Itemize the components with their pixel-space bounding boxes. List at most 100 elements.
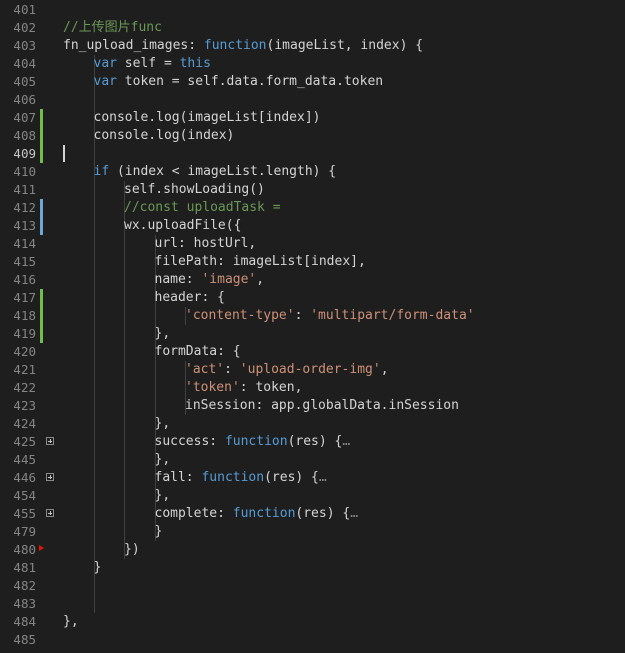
git-added-marker	[40, 145, 43, 163]
code-line[interactable]: 411 self.showLoading()	[0, 181, 625, 199]
code-line[interactable]: 424},	[0, 415, 625, 433]
code-text: })	[124, 541, 140, 559]
code-token: },	[154, 326, 171, 341]
code-text: var token = self.data.form_data.token	[94, 73, 384, 91]
line-number: 416	[13, 272, 36, 287]
line-number: 483	[13, 596, 36, 611]
code-text: //上传图片func	[63, 19, 162, 37]
code-line[interactable]: 421 'act': 'upload-order-img',	[0, 361, 625, 379]
code-line[interactable]: 403 fn_upload_images: function(imageList,…	[0, 37, 625, 55]
code-token: :	[294, 308, 311, 323]
code-text: console.log(imageList[index])	[94, 109, 321, 127]
code-line[interactable]: 422 'token': token,	[0, 379, 625, 397]
code-token: fall:	[154, 470, 202, 485]
code-line[interactable]: 482	[0, 577, 625, 595]
code-line[interactable]: 412 //const uploadTask =	[0, 199, 625, 217]
line-number: 423	[13, 398, 36, 413]
code-token: (res) {	[264, 470, 319, 485]
code-line[interactable]: 480})	[0, 541, 625, 559]
code-token: },	[154, 488, 171, 503]
code-text: },	[155, 451, 171, 469]
code-line[interactable]: 419},	[0, 325, 625, 343]
code-line[interactable]: 404 var self = this	[0, 55, 625, 73]
folded-ellipsis[interactable]: …	[350, 506, 358, 521]
code-line[interactable]: 401	[0, 1, 625, 19]
string-token: 'upload-order-img'	[239, 362, 381, 377]
keyword-token: var	[93, 56, 117, 71]
code-token: formData: {	[154, 344, 241, 359]
code-token: }	[93, 560, 102, 575]
folded-ellipsis[interactable]: …	[319, 470, 327, 485]
code-token: (index < imageList.length) {	[109, 164, 337, 179]
code-text: inSession: app.globalData.inSession	[185, 397, 459, 415]
keyword-token: this	[179, 56, 211, 71]
code-line[interactable]: 479}	[0, 523, 625, 541]
line-number: 412	[13, 200, 36, 215]
keyword-token: function	[203, 38, 267, 53]
code-line[interactable]: 425 success: function(res) {…	[0, 433, 625, 451]
code-line[interactable]: 405 var token = self.data.form_data.token	[0, 73, 625, 91]
code-text: self.showLoading()	[124, 181, 265, 199]
git-added-marker	[40, 325, 43, 343]
code-text: 'act': 'upload-order-img',	[185, 361, 389, 379]
code-line[interactable]: 414 url: hostUrl,	[0, 235, 625, 253]
code-line[interactable]: 445},	[0, 451, 625, 469]
code-line[interactable]: 454},	[0, 487, 625, 505]
code-line[interactable]: 481}	[0, 559, 625, 577]
code-text: success: function(res) {…	[155, 433, 351, 451]
line-number: 454	[13, 488, 36, 503]
code-line[interactable]: 409	[0, 145, 625, 163]
code-line[interactable]: 420 formData: {	[0, 343, 625, 361]
code-token: wx.uploadFile({	[124, 218, 242, 233]
keyword-token: function	[232, 506, 296, 521]
code-text: var self = this	[94, 55, 211, 73]
code-text: },	[155, 325, 171, 343]
expand-fold-icon[interactable]	[46, 473, 54, 481]
line-number: 409	[13, 146, 36, 161]
code-token: console.log(imageList[index])	[93, 110, 321, 125]
code-line[interactable]: 418 'content-type': 'multipart/form-data'	[0, 307, 625, 325]
line-number: 406	[13, 92, 36, 107]
code-line[interactable]: 415 filePath: imageList[index],	[0, 253, 625, 271]
code-line[interactable]: 408 console.log(index)	[0, 127, 625, 145]
code-line[interactable]: 423 inSession: app.globalData.inSession	[0, 397, 625, 415]
code-line[interactable]: 413 wx.uploadFile({	[0, 217, 625, 235]
code-line[interactable]: 485	[0, 631, 625, 649]
string-token: 'content-type'	[185, 308, 295, 323]
code-line[interactable]: 407 console.log(imageList[index])	[0, 109, 625, 127]
code-text: url: hostUrl,	[155, 235, 257, 253]
keyword-token: var	[93, 74, 117, 89]
code-line[interactable]: 406	[0, 91, 625, 109]
line-number: 402	[13, 20, 36, 35]
line-number: 408	[13, 128, 36, 143]
code-line[interactable]: 402 //上传图片func	[0, 19, 625, 37]
code-line[interactable]: 410 if (index < imageList.length) {	[0, 163, 625, 181]
expand-fold-icon[interactable]	[46, 437, 54, 445]
code-line[interactable]: 483	[0, 595, 625, 613]
code-token: : token,	[239, 380, 303, 395]
code-line[interactable]: 455 complete: function(res) {…	[0, 505, 625, 523]
code-editor[interactable]: 401 402 //上传图片func 403 fn_upload_images: fun…	[0, 0, 625, 653]
text-cursor	[63, 145, 65, 162]
code-line[interactable]: 446 fall: function(res) {…	[0, 469, 625, 487]
line-number: 411	[13, 182, 36, 197]
code-token: (res) {	[287, 434, 343, 449]
code-line[interactable]: 417 header: {	[0, 289, 625, 307]
code-token: },	[154, 416, 171, 431]
code-token: name:	[154, 272, 202, 287]
breakpoint-arrow-icon[interactable]	[39, 545, 44, 551]
code-line[interactable]: 416 name: 'image',	[0, 271, 625, 289]
code-token: }	[154, 524, 163, 539]
line-number: 421	[13, 362, 36, 377]
code-token: header: {	[154, 290, 225, 305]
keyword-token: function	[201, 470, 265, 485]
code-token: },	[154, 452, 171, 467]
code-token: ,	[256, 272, 265, 287]
code-token: url: hostUrl,	[154, 236, 257, 251]
expand-fold-icon[interactable]	[46, 509, 54, 517]
code-text: console.log(index)	[94, 127, 235, 145]
code-line[interactable]: 484},	[0, 613, 625, 631]
code-token: self =	[116, 56, 180, 71]
line-number: 479	[13, 524, 36, 539]
folded-ellipsis[interactable]: …	[342, 434, 350, 449]
